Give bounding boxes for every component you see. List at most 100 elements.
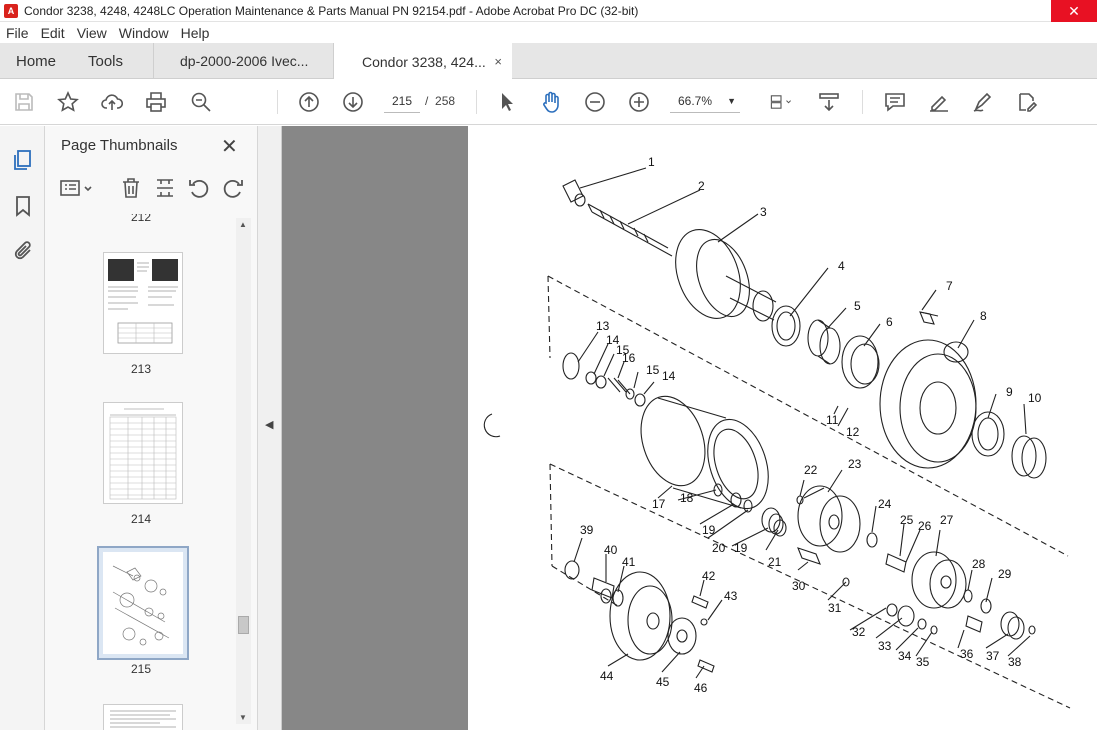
callout-number: 9: [1006, 385, 1013, 399]
navigation-rail: [0, 126, 45, 730]
attachments-icon[interactable]: [11, 239, 35, 263]
callout-number: 3: [760, 205, 767, 219]
callout-number: 10: [1028, 391, 1042, 405]
page-display-icon[interactable]: [764, 90, 798, 114]
callout-number: 41: [622, 555, 636, 569]
menu-edit[interactable]: Edit: [35, 25, 71, 41]
callout-number: 27: [940, 513, 954, 527]
menu-window[interactable]: Window: [113, 25, 175, 41]
callout-number: 17: [652, 497, 666, 511]
callout-number: 43: [724, 589, 738, 603]
tab-home-label: Home: [16, 52, 57, 70]
scroll-up-icon[interactable]: ▲: [239, 220, 247, 229]
callout-number: 6: [886, 315, 893, 329]
tab-document-condor[interactable]: Condor 3238, 424... ×: [334, 43, 512, 80]
menu-help[interactable]: Help: [175, 25, 216, 41]
thumbnail-list[interactable]: 212 213 214 215: [45, 214, 241, 730]
toolbar-divider: [476, 90, 477, 114]
callout-number: 35: [916, 655, 930, 669]
thumbnail-page-preview: [103, 552, 183, 654]
thumbnail-page[interactable]: [103, 402, 183, 504]
callout-number: 23: [848, 457, 862, 471]
page-total: / 258: [425, 89, 455, 113]
document-canvas[interactable]: 1 2 3 4 5 6 7 8 9 10 11 12 13 14 15 16 15 14 17 18 19 20 19 21 2…: [282, 126, 1097, 730]
callout-number: 31: [828, 601, 842, 615]
zoom-out-icon[interactable]: [583, 90, 607, 114]
callout-number: 26: [918, 519, 932, 533]
collapse-arrow-icon[interactable]: ◀: [265, 418, 273, 431]
comment-icon[interactable]: [883, 90, 907, 114]
tab-doc2-label: Condor 3238, 424...: [362, 53, 486, 70]
fill-sign-icon[interactable]: [971, 90, 995, 114]
callout-number: 24: [878, 497, 892, 511]
thumbnail-scrollbar[interactable]: ▲ ▼: [236, 218, 251, 724]
scrollbar-thumb[interactable]: [238, 616, 249, 634]
callout-number: 34: [898, 649, 912, 663]
window-close-button[interactable]: ✕: [1051, 0, 1097, 22]
upload-cloud-icon[interactable]: [100, 90, 124, 114]
highlight-pen-icon[interactable]: [927, 90, 951, 114]
panel-collapse-handle[interactable]: ◀: [258, 126, 282, 730]
scroll-mode-icon[interactable]: [817, 90, 841, 114]
callout-number: 28: [972, 557, 986, 571]
page-number-input[interactable]: 215: [384, 89, 420, 113]
tab-home[interactable]: Home: [0, 43, 76, 79]
thumbnail-page-preview: [110, 710, 176, 728]
menu-view[interactable]: View: [71, 25, 113, 41]
tab-tools[interactable]: Tools: [76, 43, 154, 79]
callout-number: 46: [694, 681, 708, 695]
delete-trash-icon[interactable]: [119, 176, 143, 200]
thumbnail-page-preview: [108, 259, 178, 344]
thumbnail-toolbar: [45, 174, 258, 202]
previous-page-icon[interactable]: [297, 90, 321, 114]
tab-close-icon[interactable]: ×: [494, 54, 502, 69]
title-bar: A Condor 3238, 4248, 4248LC Operation Ma…: [0, 0, 1097, 22]
callout-number: 19: [734, 541, 748, 555]
rotate-left-icon[interactable]: [187, 176, 211, 200]
zoom-level-dropdown[interactable]: 66.7% ▼: [670, 89, 740, 113]
acrobat-logo-icon: A: [4, 3, 18, 18]
tab-bar: Home Tools dp-2000-2006 Ivec... Condor 3…: [0, 43, 1097, 80]
next-page-icon[interactable]: [341, 90, 365, 114]
close-icon[interactable]: ✕: [221, 134, 238, 159]
page-thumbnails-icon[interactable]: [11, 148, 35, 172]
pdf-page[interactable]: 1 2 3 4 5 6 7 8 9 10 11 12 13 14 15 16 15 14 17 18 19 20 19 21 2…: [468, 126, 1097, 730]
edit-pdf-icon[interactable]: [1015, 90, 1039, 114]
select-cursor-icon[interactable]: [495, 90, 519, 114]
print-icon[interactable]: [144, 90, 168, 114]
tab-doc1-label: dp-2000-2006 Ivec...: [180, 53, 309, 69]
extract-pages-icon[interactable]: [153, 176, 177, 200]
thumbnail-page-preview: [109, 408, 177, 500]
window-title: Condor 3238, 4248, 4248LC Operation Main…: [24, 3, 639, 18]
bookmark-star-icon[interactable]: [56, 90, 80, 114]
callout-number: 30: [792, 579, 806, 593]
thumbnail-page[interactable]: [103, 704, 183, 730]
thumbnail-label: 215: [130, 662, 152, 676]
panel-title: Page Thumbnails: [61, 137, 178, 154]
zoom-in-icon[interactable]: [627, 90, 651, 114]
options-menu-icon[interactable]: [59, 176, 95, 200]
callout-number: 37: [986, 649, 1000, 663]
callout-number: 5: [854, 299, 861, 313]
bookmarks-icon[interactable]: [11, 194, 35, 218]
menu-file[interactable]: File: [0, 25, 35, 41]
hand-tool-icon[interactable]: [539, 90, 563, 114]
callout-number: 20: [712, 541, 726, 555]
thumbnail-label: 214: [130, 512, 152, 526]
callout-number: 12: [846, 425, 860, 439]
thumbnail-label: 212: [130, 214, 152, 224]
callout-number: 19: [702, 523, 716, 537]
callout-number: 8: [980, 309, 987, 323]
callout-number: 13: [596, 319, 610, 333]
thumbnail-page[interactable]: [103, 252, 183, 354]
zoom-value: 66.7%: [678, 94, 713, 108]
thumbnail-page-selected[interactable]: [97, 546, 189, 660]
scroll-down-icon[interactable]: ▼: [239, 713, 247, 722]
callout-number: 38: [1008, 655, 1022, 669]
rotate-right-icon[interactable]: [221, 176, 245, 200]
save-icon[interactable]: [12, 90, 36, 114]
callout-number: 16: [622, 351, 636, 365]
tab-document-dp2000[interactable]: dp-2000-2006 Ivec...: [154, 43, 334, 79]
callout-number: 18: [680, 491, 694, 505]
zoom-search-icon[interactable]: [189, 90, 213, 114]
